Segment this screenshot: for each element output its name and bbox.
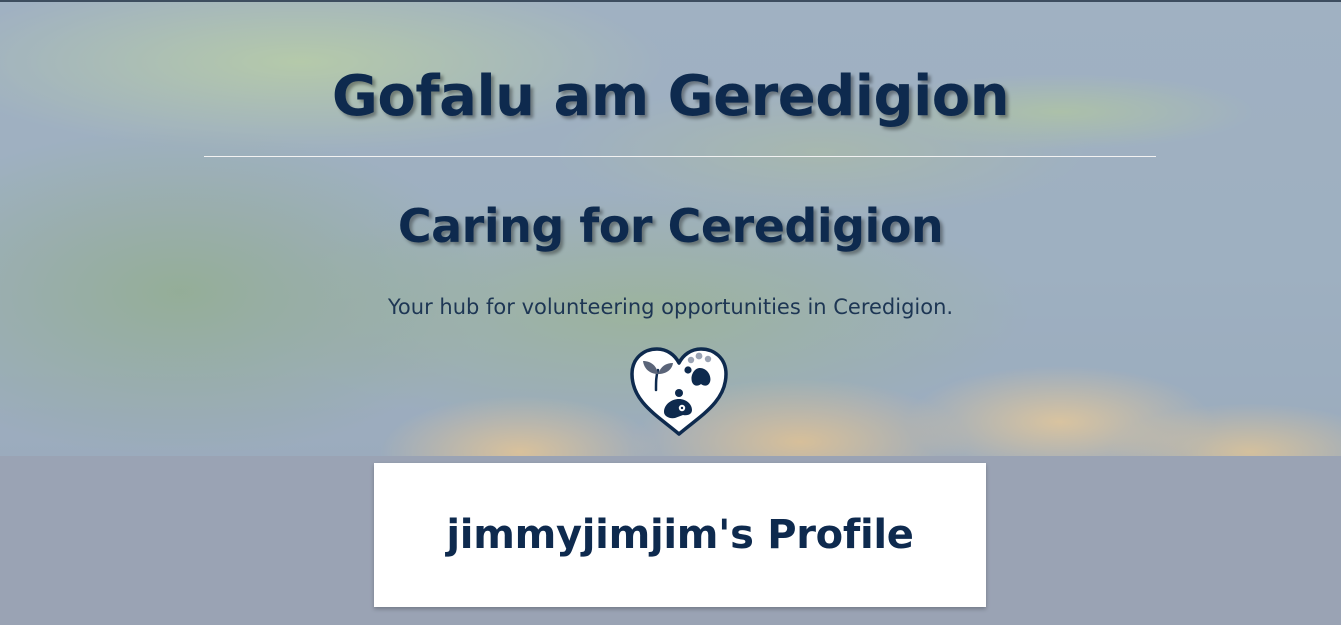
site-title-english: Caring for Ceredigion (397, 199, 944, 253)
site-tagline: Your hub for volunteering opportunities … (387, 295, 954, 319)
profile-heading: jimmyjimjim's Profile (446, 512, 914, 558)
title-divider (204, 156, 1156, 157)
heart-icon[interactable] (628, 346, 730, 438)
hero-content: Gofalu am Geredigion Caring for Ceredigi… (0, 2, 1341, 456)
site-title-welsh: Gofalu am Geredigion (331, 64, 1010, 129)
profile-card: jimmyjimjim's Profile (374, 463, 986, 607)
hero-banner: Gofalu am Geredigion Caring for Ceredigi… (0, 0, 1341, 456)
